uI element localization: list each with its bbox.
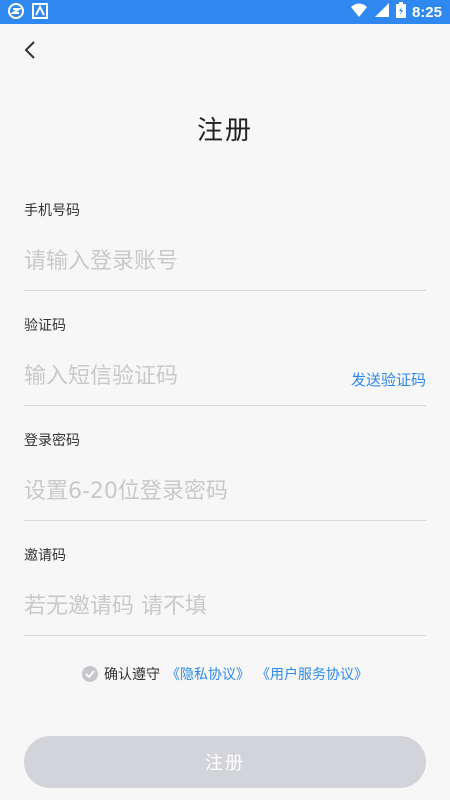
agree-checkbox[interactable] [82,666,98,682]
code-divider [24,405,426,406]
page-title: 注册 [196,116,253,146]
back-icon [23,41,37,63]
app-notification-icon [8,3,24,23]
password-field: 登录密码 设置6-20位登录密码 [24,430,426,521]
status-bar: 8:25 [0,0,450,24]
password-label: 登录密码 [24,433,80,449]
code-field: 验证码 输入短信验证码 发送验证码 [24,315,426,406]
code-label: 验证码 [24,318,66,334]
password-input[interactable]: 设置6-20位登录密码 [24,473,228,505]
privacy-policy-link[interactable]: 《隐私协议》 [166,664,250,684]
invite-label: 邀请码 [24,548,66,564]
back-button[interactable] [18,40,42,64]
download-notification-icon [32,3,48,23]
check-icon [85,666,95,682]
status-time: 8:25 [411,3,442,21]
invite-field: 邀请码 若无邀请码 请不填 [24,545,426,636]
service-agreement-link[interactable]: 《用户服务协议》 [256,664,368,684]
phone-label: 手机号码 [24,203,80,219]
register-button[interactable]: 注册 [24,736,426,788]
phone-field: 手机号码 请输入登录账号 [24,200,426,291]
battery-icon [395,2,406,22]
password-divider [24,520,426,521]
agreement-prefix: 确认遵守 [104,667,160,683]
signal-icon [374,2,390,22]
wifi-icon [350,2,368,22]
agreement-row: 确认遵守 《隐私协议》 《用户服务协议》 [0,664,450,684]
phone-input[interactable]: 请输入登录账号 [24,243,178,275]
send-code-button[interactable]: 发送验证码 [351,369,426,390]
phone-divider [24,290,426,291]
code-input[interactable]: 输入短信验证码 [24,358,178,390]
invite-input[interactable]: 若无邀请码 请不填 [24,588,207,620]
invite-divider [24,635,426,636]
